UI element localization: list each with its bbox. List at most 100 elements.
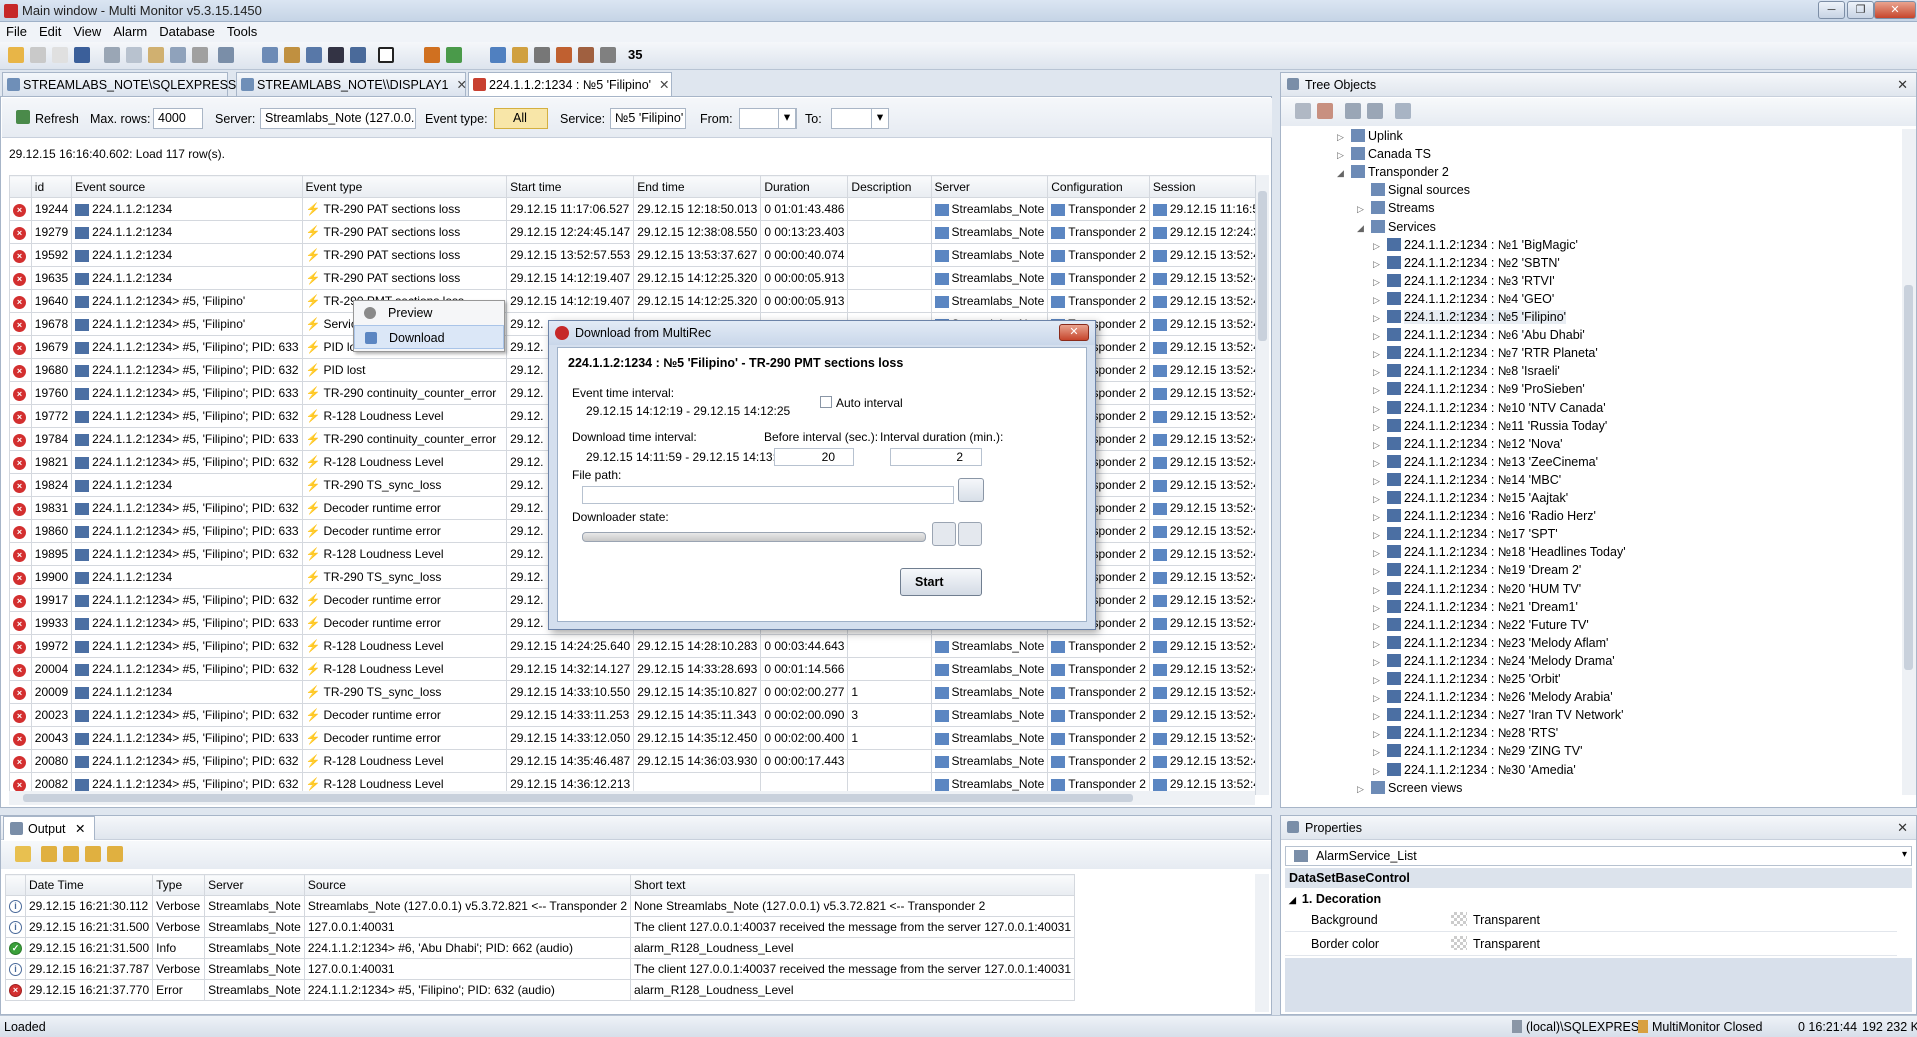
expand-icon[interactable]: ▷ (1373, 295, 1387, 306)
display-icon[interactable] (490, 47, 506, 63)
edit-node-icon[interactable] (1395, 103, 1411, 119)
remove-node-icon[interactable] (1317, 103, 1333, 119)
expand-icon[interactable]: ▷ (1373, 566, 1387, 577)
tree-node[interactable]: ▷ 224.1.1.2:1234 : №8 'Israeli' (1373, 364, 1560, 382)
refresh-button[interactable]: Refresh (35, 112, 79, 126)
output-close-icon[interactable]: ✕ (75, 822, 85, 836)
server-input[interactable]: Streamlabs_Note (127.0.0.1) (260, 108, 416, 129)
expand-icon[interactable]: ▷ (1373, 693, 1387, 704)
menu-tools[interactable]: Tools (221, 22, 263, 41)
tree-node[interactable]: ▷ 224.1.1.2:1234 : №28 'RTS' (1373, 726, 1558, 744)
tab-close-icon[interactable]: ✕ (659, 78, 669, 92)
expand-icon[interactable]: ▷ (1373, 404, 1387, 415)
column-header[interactable]: Description (847, 175, 932, 198)
property-section[interactable]: ◢ 1. Decoration (1285, 889, 1897, 909)
menu-database[interactable]: Database (153, 22, 221, 41)
tree-node[interactable]: ▷ 224.1.1.2:1234 : №22 'Future TV' (1373, 617, 1589, 636)
scroll-thumb[interactable] (23, 794, 1133, 802)
tree-node[interactable]: ▷ 224.1.1.2:1234 : №24 'Melody Drama' (1373, 653, 1615, 672)
monitor-icon[interactable] (328, 47, 344, 63)
tree-node[interactable]: ▷ 224.1.1.2:1234 : №4 'GEO' (1373, 291, 1554, 310)
tree-node[interactable]: ▷ 224.1.1.2:1234 : №16 'Radio Herz' (1373, 509, 1596, 527)
settings-icon[interactable] (534, 47, 550, 63)
tree-node[interactable]: ▷ 224.1.1.2:1234 : №14 'MBC' (1373, 472, 1561, 491)
menu-view[interactable]: View (67, 22, 107, 41)
column-header[interactable]: Event source (71, 175, 303, 198)
menu-item-download[interactable]: Download (354, 325, 504, 349)
export-icon[interactable] (600, 47, 616, 63)
expand-icon[interactable]: ▷ (1373, 241, 1387, 252)
properties-close-icon[interactable]: ✕ (1897, 820, 1908, 836)
expand-icon[interactable]: ▷ (1373, 657, 1387, 668)
find-icon[interactable] (192, 47, 208, 63)
before-interval-input[interactable]: 20 (774, 448, 854, 466)
expand-icon[interactable]: ▷ (1373, 331, 1387, 342)
tree-node[interactable]: ▷ 224.1.1.2:1234 : №21 'Dream1' (1373, 599, 1578, 618)
tree-node[interactable]: ▷ 224.1.1.2:1234 : №13 'ZeeCinema' (1373, 454, 1598, 473)
scroll-thumb[interactable] (1904, 285, 1913, 670)
start-button[interactable]: Start (900, 568, 982, 596)
expand-icon[interactable]: ▷ (1373, 675, 1387, 686)
collapse-icon[interactable]: ◢ (1289, 895, 1296, 905)
expand-icon[interactable]: ▷ (1337, 132, 1351, 143)
menu-alarm[interactable]: Alarm (107, 22, 153, 41)
scroll-thumb[interactable] (1258, 191, 1267, 341)
tree-node[interactable]: ▷ 224.1.1.2:1234 : №1 'BigMagic' (1373, 237, 1578, 256)
close-doc-icon[interactable] (30, 47, 46, 63)
expand-icon[interactable]: ▷ (1373, 440, 1387, 451)
expand-icon[interactable]: ▷ (1373, 747, 1387, 758)
table-row[interactable]: × 20009 224.1.1.2:1234 ⚡ TR-290 TS_sync_loss… (9, 680, 1264, 704)
expand-icon[interactable]: ▷ (1373, 585, 1387, 596)
tree-node[interactable]: ▷ 224.1.1.2:1234 : №5 'Filipino' (1373, 310, 1567, 328)
chevron-down-icon[interactable]: ▾ (1902, 849, 1907, 860)
expand-icon[interactable]: ▷ (1373, 349, 1387, 360)
expand-icon[interactable]: ▷ (1337, 150, 1351, 161)
column-header[interactable] (5, 874, 26, 896)
auto-interval-checkbox[interactable] (820, 396, 832, 408)
tree-node[interactable]: ▷ Streams (1357, 201, 1435, 219)
menu-edit[interactable]: Edit (33, 22, 67, 41)
property-row[interactable]: Border color Transparent (1285, 933, 1897, 956)
expand-icon[interactable]: ◢ (1357, 223, 1371, 234)
expand-icon[interactable]: ◢ (1337, 168, 1351, 179)
cut-icon[interactable] (104, 47, 120, 63)
menu-file[interactable]: File (0, 22, 33, 41)
interval-duration-input[interactable]: 2 (890, 448, 982, 466)
record-icon[interactable] (556, 47, 572, 63)
tab-filipino[interactable]: 224.1.1.2:1234 : №5 'Filipino' ✕ (468, 72, 672, 96)
tree-node[interactable]: ▷ 224.1.1.2:1234 : №26 'Melody Arabia' (1373, 690, 1613, 708)
tree-node[interactable]: ▷ 224.1.1.2:1234 : №12 'Nova' (1373, 436, 1563, 455)
column-header[interactable]: Event type (301, 175, 508, 198)
expand-icon[interactable]: ▷ (1373, 639, 1387, 650)
expand-icon[interactable]: ▷ (1373, 259, 1387, 270)
to-dropdown-icon[interactable]: ▾ (871, 108, 889, 129)
minimize-button[interactable]: ─ (1818, 1, 1845, 19)
column-header[interactable]: End time (633, 175, 762, 198)
table-row[interactable]: × 19244 224.1.1.2:1234 ⚡ TR-290 PAT sections… (9, 197, 1264, 221)
tree-node[interactable]: ▷ 224.1.1.2:1234 : №29 'ZING TV' (1373, 744, 1582, 762)
table-row[interactable]: ✓ 29.12.15 16:21:31.500 Info Streamlabs_Not… (5, 937, 1075, 959)
filter-warning-icon[interactable] (63, 846, 79, 862)
filter-error-icon[interactable] (41, 846, 57, 862)
settings-gear-icon[interactable] (932, 522, 956, 546)
tree-node[interactable]: ▷ 224.1.1.2:1234 : №18 'Headlines Today' (1373, 545, 1626, 563)
tree-node[interactable]: ▷ 224.1.1.2:1234 : №7 'RTR Planeta' (1373, 346, 1598, 364)
column-header[interactable]: Server (930, 175, 1049, 198)
move-up-icon[interactable] (1345, 103, 1361, 119)
file-path-input[interactable] (582, 486, 954, 504)
column-header[interactable]: Short text (630, 874, 1075, 896)
properties-icon[interactable] (218, 47, 234, 63)
refresh-icon[interactable] (16, 110, 30, 124)
horizontal-scrollbar[interactable] (9, 791, 1255, 805)
column-header[interactable]: Session (1148, 175, 1264, 198)
tree-node[interactable]: ▷ Canada TS (1337, 147, 1431, 165)
tree-node[interactable]: ▷ 224.1.1.2:1234 : №6 'Abu Dhabi' (1373, 328, 1585, 346)
expand-icon[interactable]: ▷ (1373, 621, 1387, 632)
tab-close-icon[interactable]: ✕ (457, 78, 467, 92)
filter-verbose-icon[interactable] (107, 846, 123, 862)
table-row[interactable]: × 20023 224.1.1.2:1234> #5, 'Filipino'; PI… (9, 703, 1264, 727)
expand-icon[interactable]: ▷ (1373, 548, 1387, 559)
expand-icon[interactable]: ▷ (1373, 476, 1387, 487)
from-dropdown-icon[interactable]: ▾ (778, 108, 796, 129)
tab-sqlexpress[interactable]: STREAMLABS_NOTE\SQLEXPRESS✕ (2, 72, 255, 96)
